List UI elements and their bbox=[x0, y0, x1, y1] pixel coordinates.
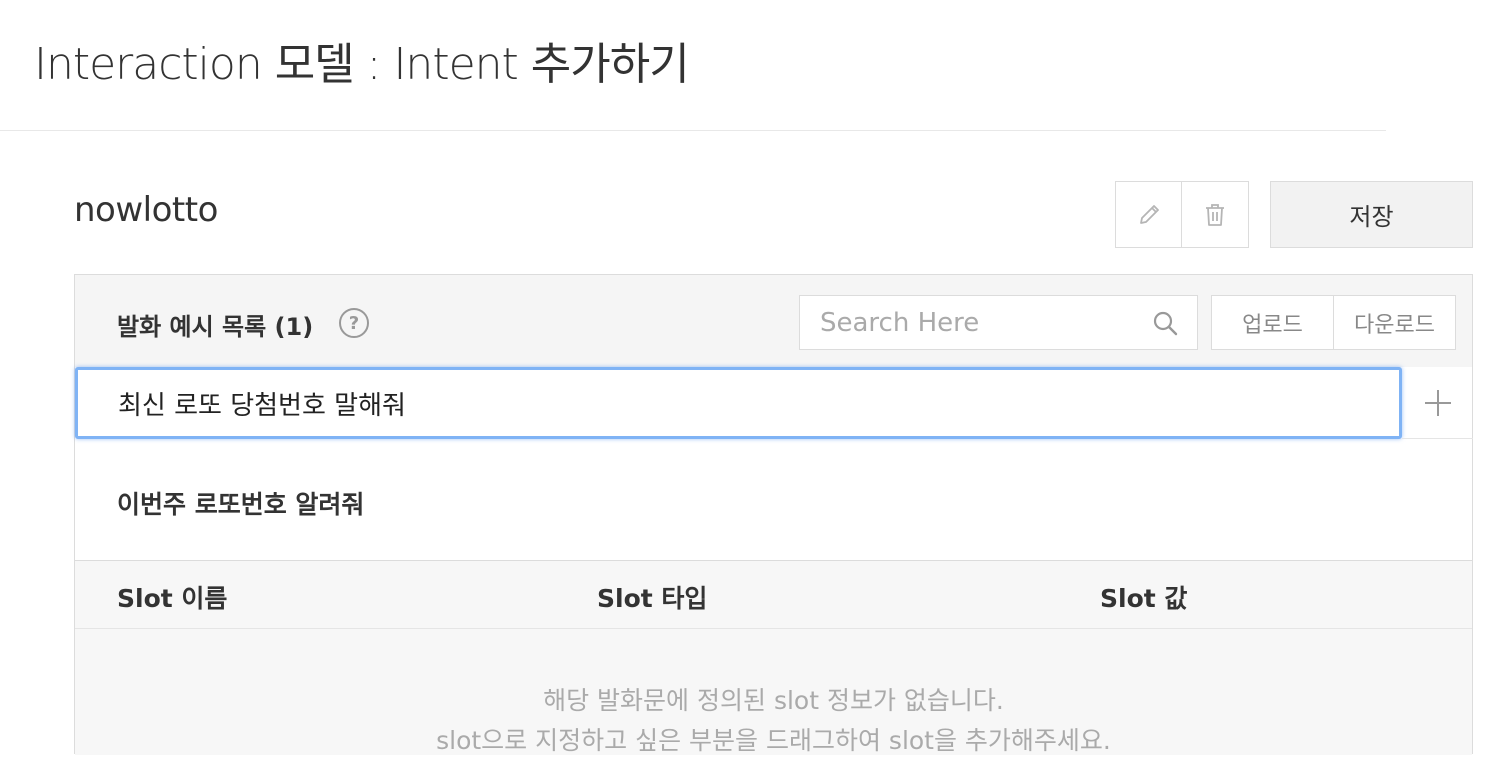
empty-message-line1: 해당 발화문에 정의된 slot 정보가 없습니다. bbox=[543, 686, 1004, 715]
search-input[interactable] bbox=[800, 296, 1140, 349]
utterance-list-item[interactable]: 이번주 로또번호 알려줘 bbox=[75, 439, 1472, 561]
utterance-input-wrapper bbox=[75, 367, 1402, 439]
title-divider bbox=[0, 130, 1386, 131]
intent-name: nowlotto bbox=[74, 190, 218, 230]
add-utterance-button[interactable] bbox=[1402, 367, 1473, 439]
utterance-list-label: 발화 예시 목록 (1) bbox=[117, 313, 314, 341]
save-button[interactable]: 저장 bbox=[1270, 181, 1473, 248]
plus-icon bbox=[1424, 389, 1451, 416]
slot-empty-state: 해당 발화문에 정의된 slot 정보가 없습니다. slot으로 지정하고 싶… bbox=[75, 629, 1472, 755]
page-title: Interaction 모델 : Intent 추가하기 bbox=[34, 39, 690, 90]
utterance-panel: 발화 예시 목록 (1) ? 업로드 다운로드 이번주 로또번호 알려줘 Slo… bbox=[74, 274, 1473, 755]
pencil-icon bbox=[1139, 204, 1159, 224]
slot-value-column: Slot 값 bbox=[1100, 584, 1188, 613]
search-icon[interactable] bbox=[1151, 309, 1179, 337]
slot-type-column: Slot 타입 bbox=[597, 584, 708, 613]
search-box bbox=[799, 295, 1198, 350]
slot-table-header: Slot 이름 Slot 타입 Slot 값 bbox=[75, 561, 1472, 629]
utterance-input[interactable] bbox=[78, 370, 1399, 436]
trash-icon bbox=[1206, 203, 1224, 226]
help-icon[interactable]: ? bbox=[339, 308, 369, 338]
utterance-text: 이번주 로또번호 알려줘 bbox=[117, 490, 365, 519]
panel-header: 발화 예시 목록 (1) ? 업로드 다운로드 bbox=[75, 275, 1472, 367]
upload-button[interactable]: 업로드 bbox=[1211, 295, 1334, 350]
edit-intent-button[interactable] bbox=[1115, 181, 1182, 248]
delete-intent-button[interactable] bbox=[1182, 181, 1249, 248]
slot-name-column: Slot 이름 bbox=[117, 584, 228, 613]
download-button[interactable]: 다운로드 bbox=[1333, 295, 1456, 350]
empty-message-line2: slot으로 지정하고 싶은 부분을 드래그하여 slot을 추가해주세요. bbox=[436, 726, 1111, 755]
